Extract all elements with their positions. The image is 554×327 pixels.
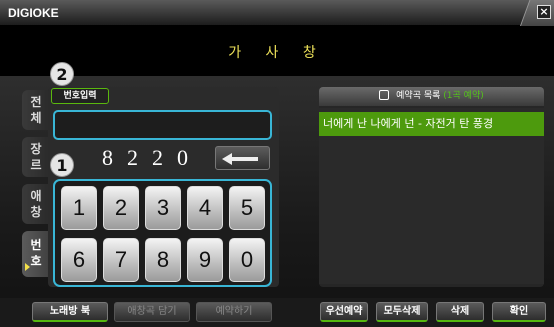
step-badge-1: 1 [50, 153, 74, 177]
key-9[interactable]: 9 [187, 238, 223, 282]
key-7[interactable]: 7 [103, 238, 139, 282]
key-8[interactable]: 8 [145, 238, 181, 282]
list-icon [379, 89, 390, 100]
reserve-button[interactable]: 예약하기 [196, 302, 272, 322]
tab-number-input[interactable]: 번호입력 [51, 88, 109, 104]
delete-all-button[interactable]: 모두삭제 [376, 302, 428, 322]
add-favorite-button[interactable]: 애창곡 담기 [114, 302, 190, 322]
side-tab-genre[interactable]: 장 르 [22, 137, 50, 177]
queue-list[interactable]: 너에게 난 나에게 넌 - 자전거 탄 풍경 [319, 108, 544, 284]
side-tab-char: 장 [30, 142, 42, 156]
key-6[interactable]: 6 [61, 238, 97, 282]
side-tab-char: 창 [30, 205, 42, 219]
side-tab-char: 애 [30, 189, 42, 203]
songbook-button[interactable]: 노래방 북 [32, 302, 108, 322]
delete-button[interactable]: 삭제 [436, 302, 484, 322]
title-bar: DIGIOKE × [0, 0, 554, 26]
close-button[interactable]: × [537, 5, 551, 19]
key-3[interactable]: 3 [145, 186, 181, 230]
queue-header: 예약곡 목록 (1곡 예약) [319, 87, 544, 106]
song-title-field[interactable] [53, 110, 272, 140]
step-badge-2: 2 [50, 62, 74, 86]
number-display: 8220 [102, 145, 202, 170]
app-title: DIGIOKE [8, 6, 59, 20]
side-tab-char: 체 [30, 111, 42, 125]
queue-title: 예약곡 목록 [396, 91, 441, 101]
lyrics-text: 가 사 창 [228, 45, 326, 61]
confirm-button[interactable]: 확인 [492, 302, 546, 322]
key-1[interactable]: 1 [61, 186, 97, 230]
lyrics-window: 가 사 창 [0, 26, 554, 76]
key-4[interactable]: 4 [187, 186, 223, 230]
key-2[interactable]: 2 [103, 186, 139, 230]
key-5[interactable]: 5 [229, 186, 265, 230]
side-tab-all[interactable]: 전 체 [22, 90, 50, 130]
priority-reserve-button[interactable]: 우선예약 [320, 302, 368, 322]
side-tab-char: 전 [30, 95, 42, 109]
key-0[interactable]: 0 [229, 238, 265, 282]
side-tab-favorites[interactable]: 애 창 [22, 184, 50, 224]
active-tab-arrow-icon [25, 263, 30, 271]
backspace-button[interactable] [215, 146, 270, 170]
queue-count: (1곡 예약) [443, 91, 484, 101]
keypad: 1 2 3 4 5 6 7 8 9 0 [53, 179, 272, 287]
side-tab-char: 번 [30, 238, 42, 252]
side-tab-char: 르 [30, 158, 42, 172]
queue-item[interactable]: 너에게 난 나에게 넌 - 자전거 탄 풍경 [319, 112, 544, 136]
